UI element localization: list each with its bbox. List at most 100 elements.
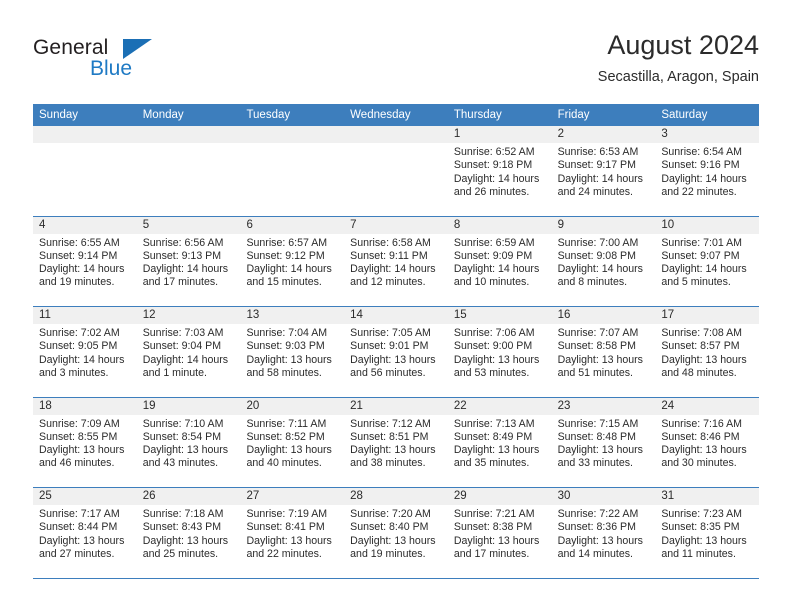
sunset-text: Sunset: 9:01 PM [350,340,429,353]
daylight-text-line2: and 24 minutes. [557,185,633,198]
sunset-text: Sunset: 9:17 PM [557,159,636,172]
daylight-text-line1: Daylight: 13 hours [453,534,540,547]
weekday-header-row: Sunday Monday Tuesday Wednesday Thursday… [33,104,759,126]
calendar-day-cell[interactable]: 10 Sunrise: 7:01 AM Sunset: 9:07 PM Dayligh… [655,216,760,306]
sunrise-text: Sunrise: 6:59 AM [453,236,535,249]
daylight-text-line1: Daylight: 14 hours [350,263,436,276]
daylight-text-line2: and 35 minutes. [453,457,530,470]
sunset-text: Sunset: 9:07 PM [661,249,740,262]
daylight-text-line2: and 53 minutes. [453,366,530,379]
calendar-day-cell[interactable]: 30 Sunrise: 7:22 AM Sunset: 8:36 PM Dayligh… [551,488,656,578]
calendar-day-cell[interactable]: 6 Sunrise: 6:57 AM Sunset: 9:12 PM Daylight… [240,216,345,306]
day-number: 21 [344,397,448,415]
calendar-day-cell[interactable]: 21 Sunrise: 7:12 AM Sunset: 8:51 PM Dayligh… [344,397,448,487]
daylight-text-line2: and 51 minutes. [557,366,633,379]
calendar-day-cell[interactable]: 24 Sunrise: 7:16 AM Sunset: 8:46 PM Dayligh… [655,397,760,487]
calendar-day-cell[interactable]: 9 Sunrise: 7:00 AM Sunset: 9:08 PM Daylight… [551,216,656,306]
day-sun-info: Sunrise: 6:58 AM Sunset: 9:11 PM Daylight:… [344,234,448,290]
calendar-day-cell[interactable]: 29 Sunrise: 7:21 AM Sunset: 8:38 PM Dayligh… [447,488,552,578]
daylight-text-line1: Daylight: 14 hours [557,172,643,185]
calendar-day-cell[interactable]: 14 Sunrise: 7:05 AM Sunset: 9:01 PM Dayligh… [344,307,448,397]
calendar-day-cell[interactable]: 31 Sunrise: 7:23 AM Sunset: 8:35 PM Dayligh… [655,488,760,578]
daylight-text-line1: Daylight: 13 hours [246,534,332,547]
sunset-text: Sunset: 8:46 PM [661,430,740,443]
calendar-day-cell[interactable]: 2 Sunrise: 6:53 AM Sunset: 9:17 PM Daylight… [551,126,656,216]
day-number: 2 [551,126,656,143]
calendar-day-cell[interactable]: 3 Sunrise: 6:54 AM Sunset: 9:16 PM Daylight… [655,126,760,216]
daylight-text-line1: Daylight: 13 hours [142,444,229,457]
title-block: August 2024 Secastilla, Aragon, Spain [598,28,759,88]
daylight-text-line2: and 11 minutes. [661,547,736,560]
daylight-text-line2: and 17 minutes. [142,276,219,289]
calendar-day-cell[interactable]: 1 Sunrise: 6:52 AM Sunset: 9:18 PM Daylight… [447,126,552,216]
day-sun-info: Sunrise: 7:04 AM Sunset: 9:03 PM Daylight:… [240,324,344,380]
calendar-day-cell[interactable]: 8 Sunrise: 6:59 AM Sunset: 9:09 PM Daylight… [447,216,552,306]
daylight-text-line1: Daylight: 13 hours [246,353,332,366]
sunrise-text: Sunrise: 7:08 AM [661,327,742,339]
day-number: 27 [240,488,345,505]
calendar-day-cell[interactable]: 23 Sunrise: 7:15 AM Sunset: 8:48 PM Dayligh… [551,397,656,487]
daylight-text-line2: and 27 minutes. [39,547,115,560]
day-sun-info: Sunrise: 7:17 AM Sunset: 8:44 PM Daylight:… [33,505,137,561]
calendar-day-cell[interactable]: 13 Sunrise: 7:04 AM Sunset: 9:03 PM Dayligh… [240,307,345,397]
day-number: 5 [136,216,241,234]
sunrise-text: Sunrise: 7:17 AM [39,508,120,520]
sunrise-text: Sunrise: 7:22 AM [557,508,639,520]
sunset-text: Sunset: 8:58 PM [557,340,636,353]
sunset-text: Sunset: 8:40 PM [350,521,429,534]
sunset-text: Sunset: 8:35 PM [661,521,740,534]
daylight-text-line1: Daylight: 14 hours [246,263,332,276]
day-sun-info: Sunrise: 6:59 AM Sunset: 9:09 PM Daylight:… [448,234,552,290]
sunrise-text: Sunrise: 7:06 AM [453,327,535,339]
general-blue-logo[interactable]: General Blue [33,36,233,92]
day-sun-info: Sunrise: 7:05 AM Sunset: 9:01 PM Daylight:… [344,324,448,380]
sunrise-text: Sunrise: 6:54 AM [661,146,742,158]
sunrise-text: Sunrise: 7:23 AM [661,508,742,520]
calendar-day-cell[interactable]: 20 Sunrise: 7:11 AM Sunset: 8:52 PM Dayligh… [240,397,345,487]
calendar-day-cell[interactable]: 25 Sunrise: 7:17 AM Sunset: 8:44 PM Dayligh… [33,488,137,578]
sunrise-text: Sunrise: 7:05 AM [350,327,431,339]
calendar-day-cell[interactable]: 28 Sunrise: 7:20 AM Sunset: 8:40 PM Dayligh… [344,488,448,578]
weekday-header-wednesday: Wednesday [350,109,411,121]
calendar-day-cell[interactable]: 12 Sunrise: 7:03 AM Sunset: 9:04 PM Dayligh… [136,307,241,397]
sunset-text: Sunset: 9:08 PM [557,249,636,262]
calendar-day-cell[interactable]: 15 Sunrise: 7:06 AM Sunset: 9:00 PM Dayligh… [447,307,552,397]
calendar-day-cell[interactable]: 11 Sunrise: 7:02 AM Sunset: 9:05 PM Dayligh… [33,307,137,397]
calendar-day-cell[interactable]: 17 Sunrise: 7:08 AM Sunset: 8:57 PM Dayligh… [655,307,760,397]
calendar-day-cell[interactable]: 5 Sunrise: 6:56 AM Sunset: 9:13 PM Daylight… [136,216,241,306]
sunset-text: Sunset: 9:12 PM [246,249,325,262]
sunset-text: Sunset: 9:09 PM [453,249,533,262]
sunset-text: Sunset: 8:57 PM [661,340,740,353]
calendar-day-cell[interactable]: 27 Sunrise: 7:19 AM Sunset: 8:41 PM Dayligh… [240,488,345,578]
day-sun-info: Sunrise: 7:11 AM Sunset: 8:52 PM Daylight:… [240,415,344,471]
calendar-day-cell-empty [33,126,137,216]
day-number: 20 [240,397,345,415]
sunrise-text: Sunrise: 6:56 AM [142,236,224,249]
day-sun-info: Sunrise: 7:02 AM Sunset: 9:05 PM Daylight:… [33,324,137,380]
calendar-day-cell[interactable]: 7 Sunrise: 6:58 AM Sunset: 9:11 PM Daylight… [344,216,448,306]
calendar-day-cell[interactable]: 18 Sunrise: 7:09 AM Sunset: 8:55 PM Dayligh… [33,397,137,487]
day-number: 25 [33,488,137,505]
day-number: 6 [240,216,345,234]
calendar-day-cell[interactable]: 16 Sunrise: 7:07 AM Sunset: 8:58 PM Dayligh… [551,307,656,397]
sunset-text: Sunset: 9:03 PM [246,340,325,353]
day-sun-info: Sunrise: 7:16 AM Sunset: 8:46 PM Daylight:… [655,415,759,471]
calendar-day-cell[interactable]: 19 Sunrise: 7:10 AM Sunset: 8:54 PM Dayligh… [136,397,241,487]
day-sun-info: Sunrise: 7:23 AM Sunset: 8:35 PM Daylight:… [655,505,759,561]
weekday-header-monday: Monday [142,109,184,121]
weekday-header-friday: Friday [557,109,590,121]
daylight-text-line1: Daylight: 13 hours [557,353,643,366]
calendar-day-cell-empty [240,126,345,216]
calendar-day-cell[interactable]: 4 Sunrise: 6:55 AM Sunset: 9:14 PM Daylight… [33,216,137,306]
daylight-text-line1: Daylight: 13 hours [557,444,643,457]
calendar-week-row: 18 Sunrise: 7:09 AM Sunset: 8:55 PM Dayligh… [33,397,760,488]
daylight-text-line2: and 22 minutes. [246,547,322,560]
sunset-text: Sunset: 9:11 PM [350,249,428,262]
sunset-text: Sunset: 8:38 PM [453,521,533,534]
sunrise-text: Sunrise: 7:19 AM [246,508,328,520]
calendar-day-cell[interactable]: 26 Sunrise: 7:18 AM Sunset: 8:43 PM Dayligh… [136,488,241,578]
day-number: 31 [655,488,760,505]
sunset-text: Sunset: 9:04 PM [142,340,222,353]
calendar-day-cell[interactable]: 22 Sunrise: 7:13 AM Sunset: 8:49 PM Dayligh… [447,397,552,487]
day-sun-info: Sunrise: 7:03 AM Sunset: 9:04 PM Daylight:… [137,324,241,380]
